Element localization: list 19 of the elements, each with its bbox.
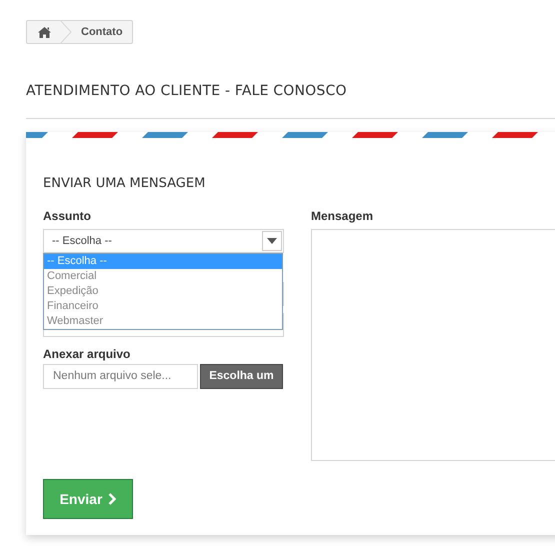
chevron-right-icon: [108, 493, 116, 505]
subject-label: Assunto: [43, 208, 92, 221]
choose-file-button[interactable]: Escolha um: [200, 364, 283, 389]
message-field[interactable]: [311, 229, 555, 461]
dropdown-option[interactable]: Comercial: [44, 269, 282, 284]
attachment-label: Anexar arquivo: [43, 346, 132, 359]
home-icon[interactable]: [38, 26, 51, 38]
file-name-field[interactable]: Nenhum arquivo sele...: [43, 364, 198, 389]
dropdown-option[interactable]: Financeiro: [44, 299, 282, 314]
dropdown-option[interactable]: Webmaster: [44, 314, 282, 329]
page-title: ATENDIMENTO AO CLIENTE - FALE CONOSCO: [26, 82, 348, 100]
dropdown-option[interactable]: Expedição: [44, 284, 282, 299]
dropdown-caret-icon: [262, 231, 282, 251]
form-title: ENVIAR UMA MENSAGEM: [43, 174, 206, 192]
subject-select[interactable]: -- Escolha --: [43, 229, 284, 253]
message-label: Mensagem: [311, 208, 374, 221]
dropdown-option[interactable]: -- Escolha --: [44, 254, 282, 269]
breadcrumb-current: Contato: [80, 24, 124, 40]
send-button[interactable]: Enviar: [43, 479, 133, 519]
